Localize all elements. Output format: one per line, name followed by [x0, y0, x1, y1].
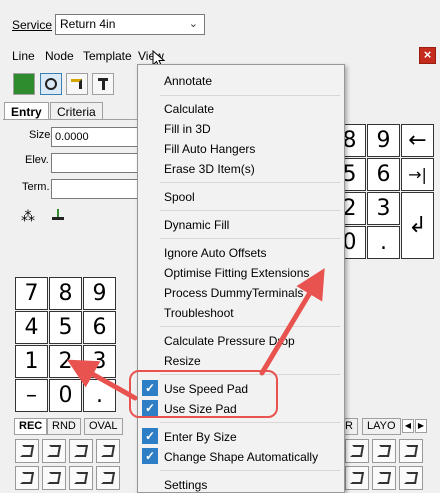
arrow-annotation-icon	[66, 268, 325, 401]
